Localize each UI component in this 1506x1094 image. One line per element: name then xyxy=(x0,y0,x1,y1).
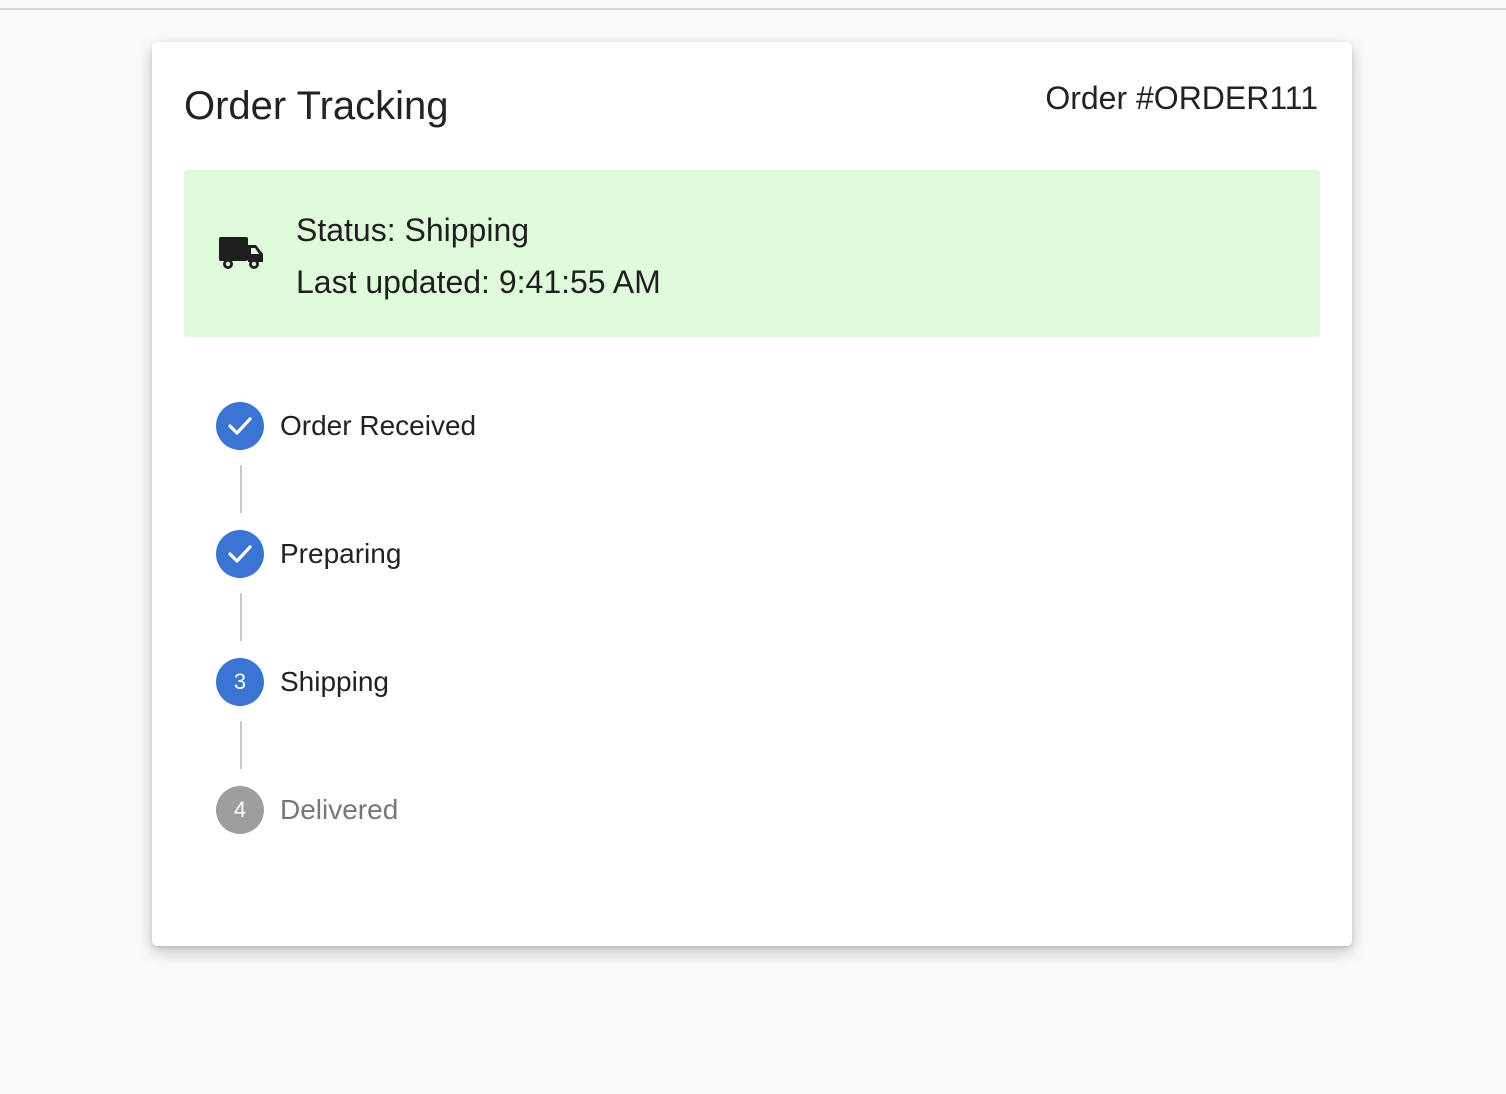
step-completed-marker xyxy=(216,402,264,450)
check-icon xyxy=(228,545,252,563)
step-preparing: Preparing xyxy=(216,530,816,580)
step-delivered: 4 Delivered xyxy=(216,786,816,836)
step-label: Delivered xyxy=(280,794,399,825)
last-updated-text: Last updated: 9:41:55 AM xyxy=(296,264,661,300)
step-connector xyxy=(240,465,242,513)
top-divider xyxy=(0,8,1506,10)
step-label: Preparing xyxy=(280,538,402,569)
step-connector xyxy=(240,593,242,641)
status-text: Status: Shipping xyxy=(296,212,530,248)
step-completed-marker xyxy=(216,530,264,578)
step-number-marker: 4 xyxy=(216,786,264,834)
page-title: Order Tracking xyxy=(184,84,449,128)
step-order-received: Order Received xyxy=(216,402,816,452)
check-icon xyxy=(228,417,252,435)
status-panel: Status: Shipping Last updated: 9:41:55 A… xyxy=(184,170,1320,337)
step-shipping: 3 Shipping xyxy=(216,658,816,708)
step-label: Shipping xyxy=(280,666,389,697)
step-number-marker: 3 xyxy=(216,658,264,706)
truck-icon xyxy=(219,237,263,269)
step-label: Order Received xyxy=(280,410,477,441)
step-connector xyxy=(240,721,242,769)
order-number: Order #ORDER111 xyxy=(1045,80,1318,116)
order-tracking-card: Order Tracking Order #ORDER111 Status: S… xyxy=(152,42,1352,946)
